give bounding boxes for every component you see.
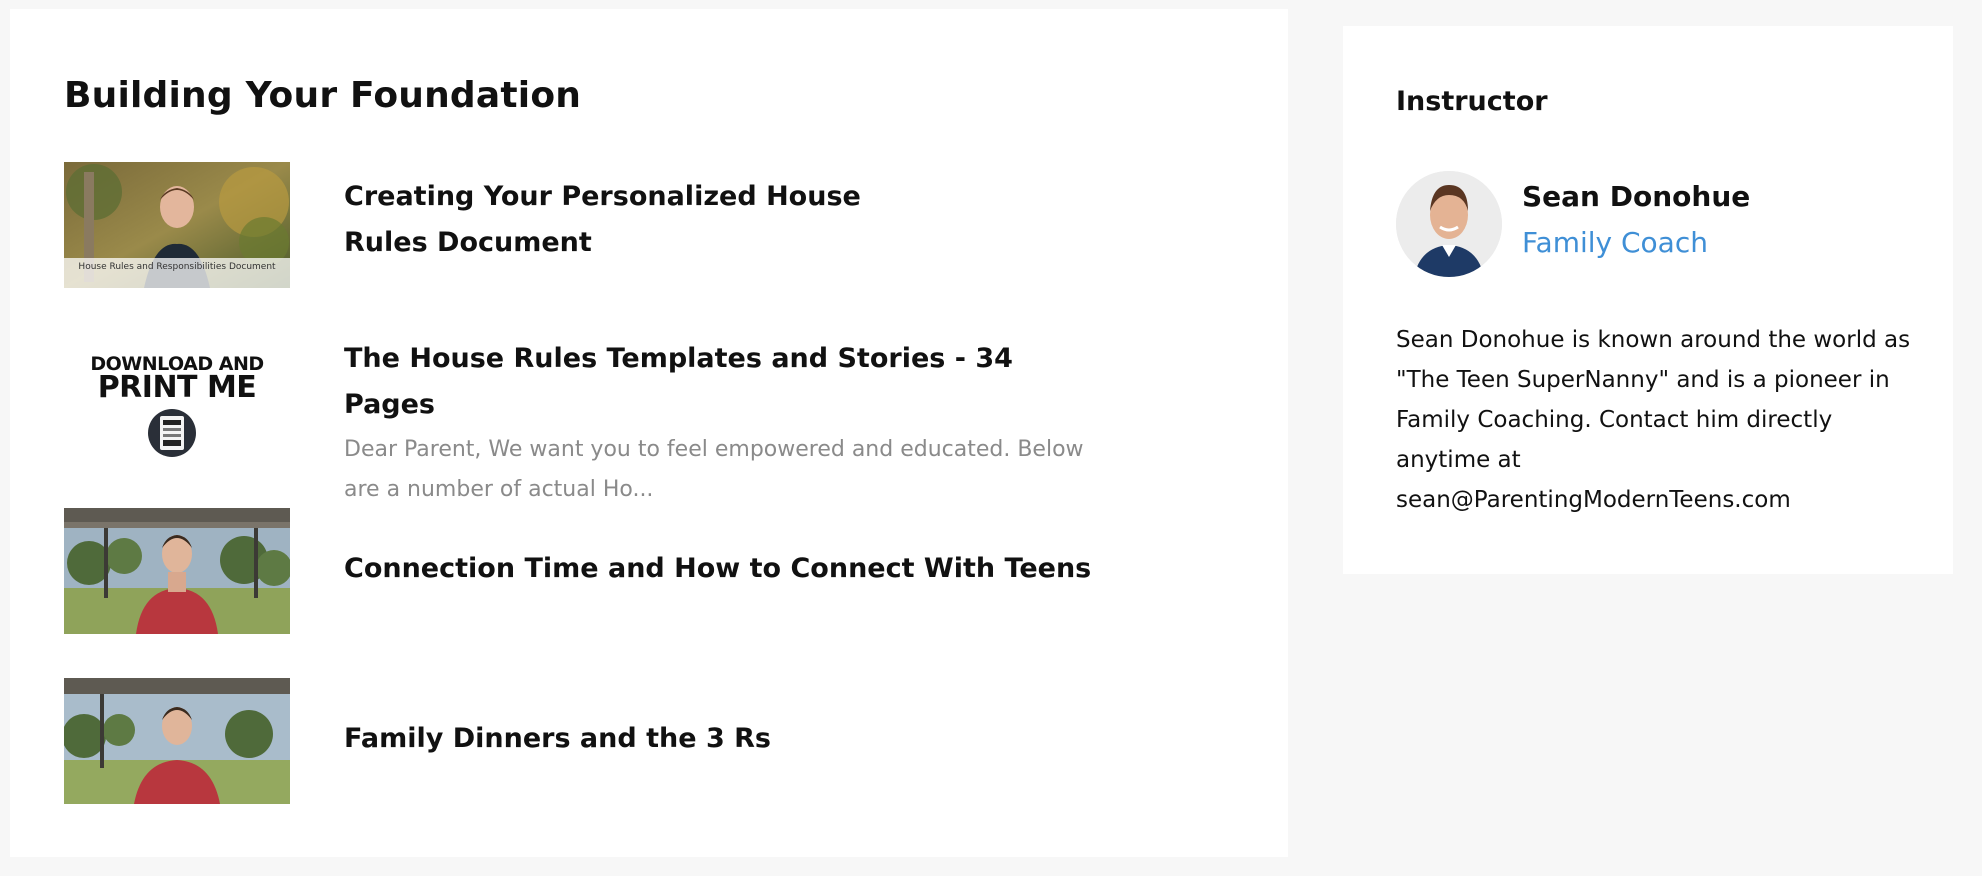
- video-thumbnail-image: [64, 678, 290, 804]
- print-badge-icon: [148, 409, 196, 457]
- lesson-thumbnail[interactable]: House Rules and Responsibilities Documen…: [64, 162, 290, 288]
- video-thumbnail-image: [64, 508, 290, 634]
- lesson-thumbnail[interactable]: DOWNLOAD AND PRINT ME: [64, 332, 290, 458]
- thumbnail-caption: House Rules and Responsibilities Documen…: [78, 262, 276, 272]
- lesson-item[interactable]: DOWNLOAD AND PRINT ME The House Rules Te…: [64, 332, 1244, 502]
- lesson-thumbnail[interactable]: [64, 508, 290, 634]
- lesson-title[interactable]: Family Dinners and the 3 Rs: [344, 716, 1104, 762]
- instructor-card: Instructor Sean Donohue Family Coach Sea…: [1343, 26, 1953, 574]
- instructor-avatar-image: [1396, 171, 1502, 277]
- section-title: Building Your Foundation: [64, 75, 582, 116]
- lesson-item[interactable]: House Rules and Responsibilities Documen…: [64, 162, 1244, 288]
- instructor-role: Family Coach: [1522, 226, 1708, 259]
- instructor-heading: Instructor: [1396, 86, 1548, 117]
- instructor-name: Sean Donohue: [1522, 180, 1751, 213]
- lesson-title[interactable]: The House Rules Templates and Stories - …: [344, 336, 1104, 428]
- lesson-item[interactable]: Connection Time and How to Connect With …: [64, 508, 1244, 634]
- lesson-title[interactable]: Creating Your Personalized House Rules D…: [344, 174, 944, 266]
- lesson-thumbnail[interactable]: [64, 678, 290, 804]
- lesson-title[interactable]: Connection Time and How to Connect With …: [344, 546, 1104, 592]
- instructor-bio: Sean Donohue is known around the world a…: [1396, 327, 1911, 513]
- avatar: [1396, 171, 1502, 277]
- course-section-card: Building Your Foundation House Rules and…: [10, 9, 1288, 857]
- lesson-description: Dear Parent, We want you to feel empower…: [344, 437, 1084, 502]
- lesson-item[interactable]: Family Dinners and the 3 Rs: [64, 678, 1244, 804]
